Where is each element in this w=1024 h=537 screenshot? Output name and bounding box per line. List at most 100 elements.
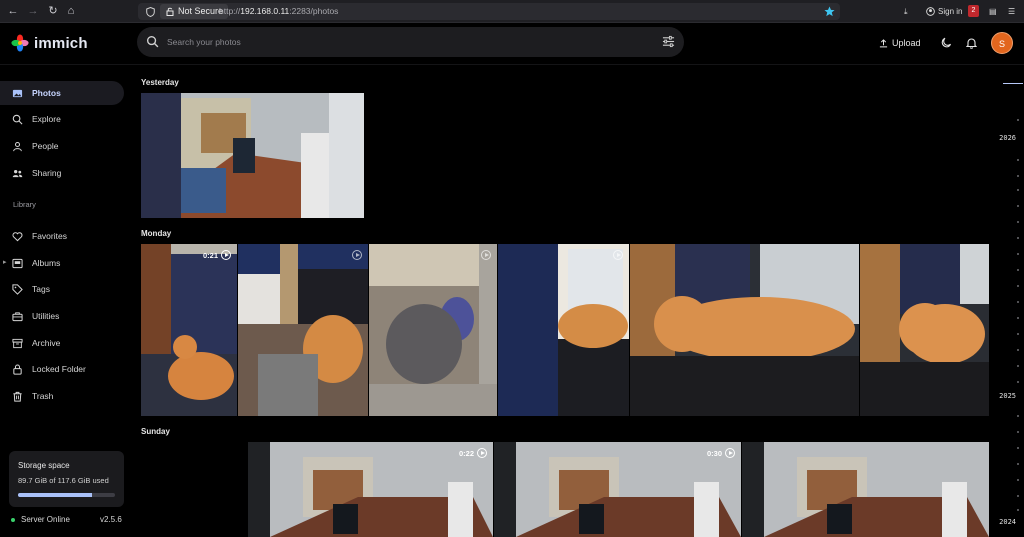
extensions-puzzle-icon[interactable]: ▤ (989, 0, 997, 23)
url-scheme: http:// (219, 6, 241, 16)
sidebar-item-albums[interactable]: Albums (0, 251, 124, 275)
room-camera-image (248, 442, 493, 537)
archive-icon (12, 338, 23, 348)
library-section-label: Library (13, 200, 36, 209)
scrubber-month-tick (1017, 431, 1019, 433)
video-badge (352, 250, 362, 260)
sidebar-item-tags[interactable]: Tags (0, 277, 124, 301)
notifications-button[interactable] (966, 33, 977, 53)
video-badge (481, 250, 491, 260)
video-thumbnail[interactable]: 0:21 (141, 244, 237, 416)
sidebar-item-trash[interactable]: Trash (0, 384, 124, 408)
timeline-scrubber[interactable]: 2026 2025 2024 (996, 65, 1024, 537)
sidebar-item-utilities[interactable]: Utilities (0, 304, 124, 328)
account-icon (926, 7, 935, 16)
photo-thumbnail[interactable] (860, 244, 989, 416)
scrubber-month-tick (1017, 269, 1019, 271)
orange-cat-closeup-image (860, 244, 989, 416)
sidebar-item-label: Explore (32, 114, 61, 124)
upload-label: Upload (892, 38, 921, 48)
photo-thumbnail[interactable] (141, 93, 364, 218)
heart-icon (12, 231, 23, 241)
menu-icon[interactable]: ☰ (1008, 0, 1015, 23)
filter-sliders-icon[interactable] (662, 35, 675, 48)
search-bar[interactable]: Search your photos (137, 27, 684, 57)
date-group-title: Yesterday (141, 78, 179, 87)
room-camera-image (742, 442, 989, 537)
bell-icon (966, 38, 977, 49)
browser-toolbar: ← → ↻ ⌂ Not Secure http://192.168.0.11:2… (0, 0, 1024, 23)
sidebar-item-locked-folder[interactable]: Locked Folder (0, 357, 124, 381)
url-text[interactable]: http://192.168.0.11:2283/photos (219, 3, 338, 20)
sidebar-item-label: Albums (32, 258, 61, 268)
lock-icon (13, 364, 22, 375)
sharing-icon (12, 169, 23, 177)
video-duration-badge: 0:21 (203, 250, 231, 260)
not-secure-badge[interactable]: Not Secure (160, 4, 229, 19)
duration-label: 0:30 (706, 448, 722, 458)
video-thumbnail[interactable] (498, 244, 629, 416)
cat-by-window-image (498, 244, 629, 416)
storage-title: Storage space (18, 461, 70, 470)
sidebar-item-label: Archive (32, 338, 61, 348)
forward-icon[interactable]: → (26, 4, 40, 18)
extension-icon[interactable]: 2 (968, 5, 979, 17)
sidebar-item-explore[interactable]: Explore (0, 107, 124, 131)
scrubber-month-tick (1017, 285, 1019, 287)
video-badge (613, 250, 623, 260)
play-icon (221, 250, 231, 260)
upload-button[interactable]: Upload (879, 33, 921, 53)
play-icon (613, 250, 623, 260)
upload-icon (879, 38, 888, 47)
theme-toggle-button[interactable] (940, 33, 952, 53)
storage-panel[interactable]: Storage space 89.7 GiB of 117.6 GiB used (9, 451, 124, 507)
scrubber-month-tick (1017, 175, 1019, 177)
server-version[interactable]: v2.5.6 (100, 515, 122, 524)
search-icon (146, 35, 159, 48)
video-thumbnail[interactable]: 0:30 (494, 442, 741, 537)
video-duration-badge: 0:30 (707, 448, 735, 458)
home-icon[interactable]: ⌂ (64, 4, 78, 18)
search-input[interactable]: Search your photos (167, 27, 241, 57)
user-avatar[interactable]: S (991, 32, 1013, 54)
video-thumbnail[interactable] (238, 244, 368, 416)
scrubber-month-tick (1017, 463, 1019, 465)
video-thumbnail[interactable] (369, 244, 497, 416)
sign-in-button[interactable]: Sign in (926, 0, 962, 23)
server-status-label: Server Online (21, 515, 70, 524)
scrubber-month-tick (1017, 221, 1019, 223)
scrubber-month-tick (1017, 119, 1019, 121)
storage-progress-bar (18, 493, 115, 497)
orange-cat-image (630, 244, 859, 416)
storage-progress-fill (18, 493, 92, 497)
sidebar-item-label: Locked Folder (32, 364, 86, 374)
scrubber-year-label: 2026 (999, 134, 1016, 142)
sidebar-item-archive[interactable]: Archive (0, 331, 124, 355)
scrubber-month-tick (1017, 415, 1019, 417)
extension-badge: 2 (971, 7, 976, 14)
play-icon (725, 448, 735, 458)
sign-in-label: Sign in (938, 7, 963, 16)
sidebar-item-people[interactable]: People (0, 134, 124, 158)
scrubber-month-tick (1017, 301, 1019, 303)
download-icon[interactable]: ⤓ (904, 0, 908, 23)
sidebar-item-sharing[interactable]: Sharing (0, 161, 124, 185)
scrubber-month-tick (1017, 205, 1019, 207)
sidebar-item-favorites[interactable]: Favorites (0, 224, 124, 248)
bookmark-star-icon[interactable] (824, 6, 835, 17)
photo-thumbnail[interactable] (742, 442, 989, 537)
sidebar-item-label: Trash (32, 391, 54, 401)
sidebar-item-label: Favorites (32, 231, 67, 241)
address-bar[interactable]: Not Secure http://192.168.0.11:2283/phot… (138, 3, 840, 20)
photo-thumbnail[interactable] (630, 244, 859, 416)
video-thumbnail[interactable]: 0:22 (248, 442, 493, 537)
app-logo[interactable]: immich (11, 33, 88, 53)
reload-icon[interactable]: ↻ (46, 4, 60, 18)
back-icon[interactable]: ← (6, 4, 20, 18)
lock-broken-icon (166, 7, 174, 16)
sidebar-item-photos[interactable]: Photos (0, 81, 124, 105)
scrubber-month-tick (1017, 447, 1019, 449)
scrubber-month-tick (1017, 495, 1019, 497)
photos-icon (12, 89, 23, 97)
moon-icon (941, 37, 952, 48)
